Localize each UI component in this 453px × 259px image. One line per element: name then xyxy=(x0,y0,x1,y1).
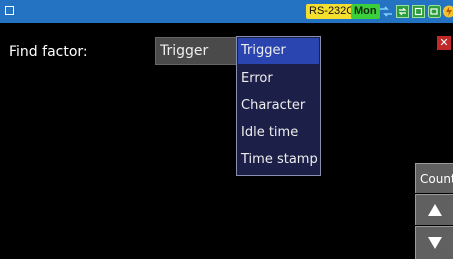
dropdown-option-trigger[interactable]: Trigger xyxy=(238,38,319,64)
count-button[interactable]: Count xyxy=(415,163,453,193)
down-triangle-icon xyxy=(427,237,442,249)
interface-badge: RS-232C xyxy=(306,4,358,19)
status-bar: RS-232C Mon xyxy=(0,0,453,23)
dropdown-option-idle-time[interactable]: Idle time xyxy=(241,125,298,140)
count-button-label: Count xyxy=(420,172,453,186)
connection-icon xyxy=(380,6,392,17)
up-triangle-icon xyxy=(427,204,442,216)
find-factor-dropdown: Trigger Error Character Idle time Time s… xyxy=(236,36,321,176)
dropdown-option-error[interactable]: Error xyxy=(241,71,273,86)
find-factor-select[interactable]: Trigger xyxy=(155,37,237,65)
charge-icon xyxy=(443,5,453,18)
scroll-up-button[interactable] xyxy=(415,194,453,225)
mode-badge: Mon xyxy=(351,4,380,19)
menu-square-icon[interactable] xyxy=(5,6,14,15)
dropdown-option-time-stamp[interactable]: Time stamp xyxy=(241,152,318,167)
power-icon xyxy=(428,5,441,18)
storage-icon xyxy=(412,5,425,18)
close-icon[interactable]: ✕ xyxy=(437,36,451,50)
scroll-down-button[interactable] xyxy=(415,226,453,259)
dropdown-option-character[interactable]: Character xyxy=(241,98,305,113)
transfer-icon xyxy=(396,5,409,18)
find-factor-label: Find factor: xyxy=(9,44,88,60)
